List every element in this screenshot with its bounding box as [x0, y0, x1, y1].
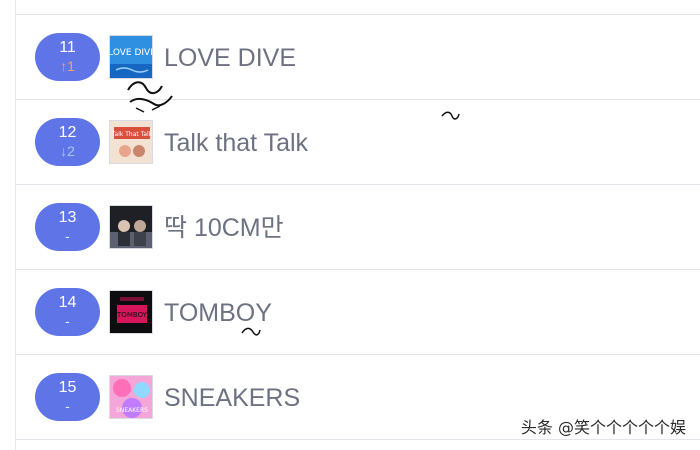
tomboy-cover-icon[interactable]: TOMBOY	[109, 290, 153, 334]
song-title[interactable]: 딱 10CM만	[164, 213, 284, 243]
svg-text:Talk That Talk: Talk That Talk	[111, 131, 153, 138]
rank-badge: 15 -	[35, 373, 100, 421]
song-row-14[interactable]: 14 - TOMBOY TOMBOY	[16, 270, 700, 355]
watermark-text: 头条 @笑个个个个个娱	[520, 418, 686, 437]
rank-badge: 12 ↓2	[35, 118, 100, 166]
song-title[interactable]: Talk that Talk	[164, 128, 308, 158]
song-title[interactable]: LOVE DIVE	[164, 43, 296, 73]
svg-text:SNEAKERS: SNEAKERS	[116, 407, 148, 414]
watermark-doodle	[127, 81, 173, 113]
rank-number: 15	[58, 379, 77, 396]
chart-list: 11 ↑1 LOVE DIVE LOVE DIVE 12 ↓2 Talk Tha…	[15, 0, 700, 450]
sneakers-cover-icon[interactable]: SNEAKERS	[109, 375, 153, 419]
rank-change-same: -	[65, 228, 70, 244]
rank-badge: 14 -	[35, 288, 100, 336]
rank-number: 12	[58, 124, 77, 141]
rank-badge: 13 -	[35, 203, 100, 251]
svg-text:TOMBOY: TOMBOY	[116, 311, 148, 319]
song-row-12[interactable]: 12 ↓2 Talk That Talk Talk that Talk	[16, 100, 700, 185]
watermark-doodle	[241, 327, 261, 336]
rank-change-same: -	[65, 398, 70, 414]
song-title[interactable]: TOMBOY	[164, 298, 272, 328]
song-title[interactable]: SNEAKERS	[164, 383, 300, 413]
rank-number: 14	[58, 294, 77, 311]
talk-that-talk-cover-icon[interactable]: Talk That Talk	[109, 120, 153, 164]
rank-badge: 11 ↑1	[35, 33, 100, 81]
love-dive-cover-icon[interactable]: LOVE DIVE	[109, 35, 153, 79]
song-row-13[interactable]: 13 - 딱 10CM만	[16, 185, 700, 270]
song-row-11[interactable]: 11 ↑1 LOVE DIVE LOVE DIVE	[16, 15, 700, 100]
watermark-doodle	[441, 111, 460, 120]
rank-number: 11	[59, 39, 76, 56]
rank-number: 13	[58, 209, 77, 226]
rank-change-same: -	[65, 313, 70, 329]
rank-change-up: ↑1	[60, 58, 75, 74]
rank-change-down: ↓2	[60, 143, 75, 159]
previous-row-edge	[16, 0, 700, 15]
ddak-10cm-cover-icon[interactable]	[109, 205, 153, 249]
svg-text:LOVE DIVE: LOVE DIVE	[110, 48, 153, 58]
